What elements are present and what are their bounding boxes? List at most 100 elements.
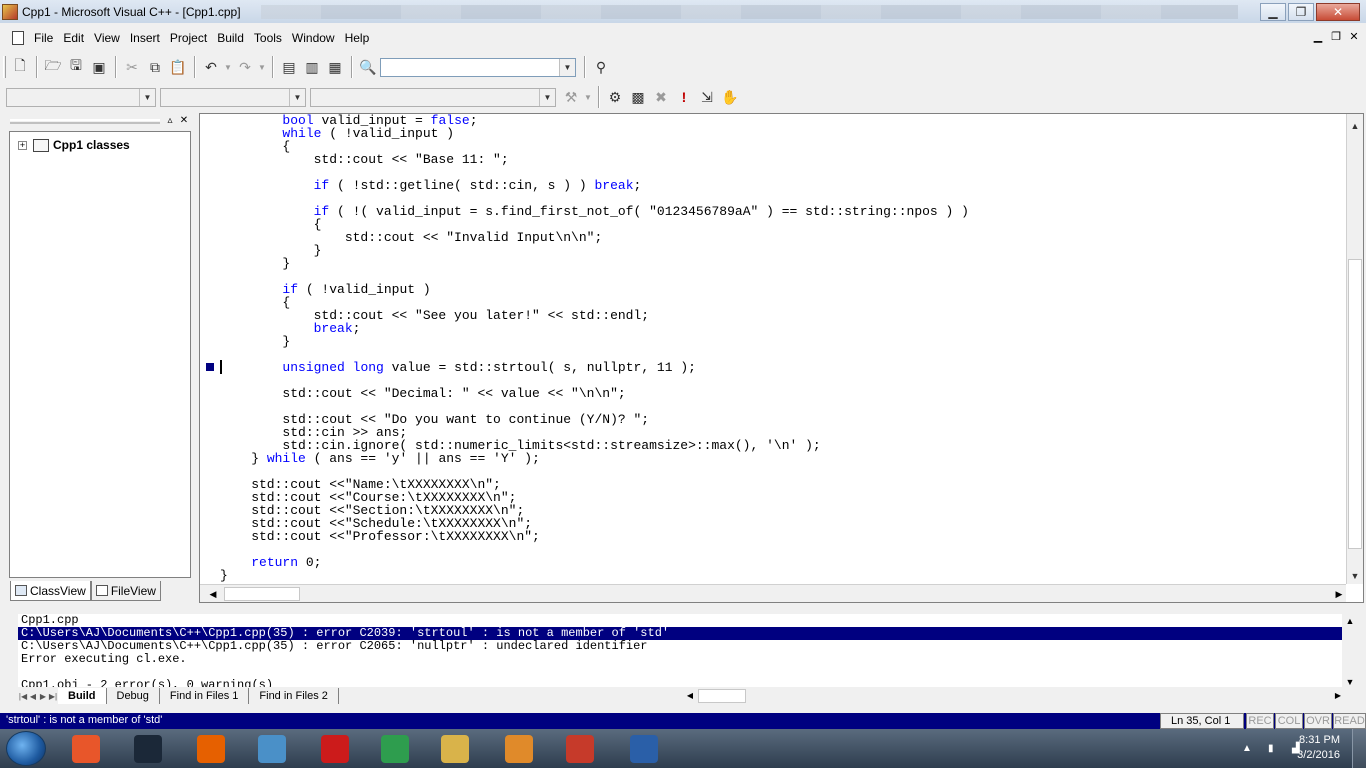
breakpoint-hand-icon[interactable]: ✋	[719, 86, 741, 108]
code-line[interactable]: if ( !std::getline( std::cin, s ) ) brea…	[220, 179, 1340, 192]
menu-tools[interactable]: Tools	[250, 31, 288, 45]
redo-icon[interactable]: ↷	[234, 56, 256, 78]
binoculars-icon[interactable]: ⚲	[590, 56, 612, 78]
clock[interactable]: 8:31 PM 3/2/2016	[1297, 733, 1340, 763]
taskbar-app-apps-grid[interactable]	[64, 732, 108, 765]
code-line[interactable]: std::cout << "Invalid Input\n\n";	[220, 231, 1340, 244]
mdi-restore-button[interactable]: ❐	[1328, 30, 1344, 44]
taskbar-app-visual-cpp[interactable]	[558, 732, 602, 765]
find-in-files-icon[interactable]: 🔍	[357, 56, 379, 78]
taskbar-app-firefox[interactable]	[189, 732, 233, 765]
menu-help[interactable]: Help	[341, 31, 376, 45]
execute-icon[interactable]: !	[673, 86, 695, 108]
new-text-file-icon[interactable]: 🗋	[9, 56, 31, 78]
menu-insert[interactable]: Insert	[126, 31, 166, 45]
code-line[interactable]: }	[220, 257, 1340, 270]
menu-build[interactable]: Build	[213, 31, 250, 45]
menu-window[interactable]: Window	[288, 31, 341, 45]
taskbar-app-opera[interactable]	[313, 732, 357, 765]
close-button[interactable]: ✕	[1316, 2, 1360, 21]
chevron-down-icon[interactable]: ▼	[559, 58, 575, 76]
cut-icon[interactable]: ✂	[121, 56, 143, 78]
code-line[interactable]: while ( !valid_input )	[220, 127, 1340, 140]
undo-icon[interactable]: ↶	[200, 56, 222, 78]
scroll-thumb[interactable]	[698, 689, 746, 703]
taskbar-app-media-player[interactable]	[497, 732, 541, 765]
go-icon[interactable]: ⇲	[696, 86, 718, 108]
taskbar-app-steam[interactable]	[126, 732, 170, 765]
find-combo[interactable]: ▼	[380, 57, 576, 77]
output-horizontal-scrollbar[interactable]: ◀ ▶	[684, 689, 1344, 703]
expand-icon[interactable]: +	[18, 140, 27, 150]
output-vertical-scrollbar[interactable]: ▲ ▼	[1342, 614, 1358, 687]
scroll-thumb[interactable]	[1348, 259, 1362, 549]
taskbar-app-chromium[interactable]	[250, 732, 294, 765]
chevron-down-icon[interactable]: ▼	[289, 88, 305, 106]
tab-build[interactable]: Build	[58, 688, 107, 704]
scroll-thumb[interactable]	[224, 587, 300, 601]
window-list-icon[interactable]: ▦	[324, 56, 346, 78]
code-line[interactable]: std::cout << "Base 11: ";	[220, 153, 1340, 166]
restore-button[interactable]: ❐	[1288, 2, 1314, 21]
save-all-icon[interactable]: ▣	[88, 56, 110, 78]
paste-icon[interactable]: 📋	[167, 56, 189, 78]
filter-combo[interactable]: ▼	[160, 87, 306, 107]
workspace-grip[interactable]	[10, 119, 160, 124]
tab-prev-icon[interactable]: ◀	[28, 692, 38, 701]
save-icon[interactable]: 🖫	[65, 56, 87, 78]
menu-edit[interactable]: Edit	[59, 31, 90, 45]
scroll-down-icon[interactable]: ▼	[1347, 568, 1363, 584]
show-desktop-button[interactable]	[1352, 729, 1366, 768]
code-line[interactable]: std::cout <<"Professor:\tXXXXXXXX\n";	[220, 530, 1340, 543]
output-text[interactable]: Cpp1.cpp C:\Users\AJ\Documents\C++\Cpp1.c…	[18, 614, 1344, 687]
compile-icon[interactable]: ⚙	[604, 86, 626, 108]
code-line[interactable]: }	[220, 335, 1340, 348]
workspace-close-icon[interactable]: ✕	[178, 115, 190, 127]
code-line[interactable]: return 0;	[220, 556, 1340, 569]
document-icon[interactable]	[12, 31, 24, 45]
tab-next-icon[interactable]: ▶	[38, 692, 48, 701]
tab-debug[interactable]: Debug	[107, 688, 160, 704]
code-line[interactable]: if ( !valid_input )	[220, 283, 1340, 296]
menu-file[interactable]: File	[30, 31, 59, 45]
workspace-toggle-icon[interactable]: ▤	[278, 56, 300, 78]
editor-horizontal-scrollbar[interactable]: ◀ ▶	[200, 584, 1346, 602]
output-line[interactable]: C:\Users\AJ\Documents\C++\Cpp1.cpp(35) :…	[18, 640, 1344, 653]
code-line[interactable]: if ( !( valid_input = s.find_first_not_o…	[220, 205, 1340, 218]
output-line[interactable]: Cpp1.obj - 2 error(s), 0 warning(s)	[18, 679, 1344, 688]
code-line[interactable]: unsigned long value = std::strtoul( s, n…	[220, 361, 1340, 374]
members-combo[interactable]: ▼	[310, 87, 556, 107]
code-editor[interactable]: bool valid_input = false; while ( !valid…	[199, 113, 1364, 603]
copy-icon[interactable]: ⧉	[144, 56, 166, 78]
scroll-right-icon[interactable]: ▶	[1332, 689, 1344, 703]
taskbar-app-file-explorer[interactable]	[433, 732, 477, 765]
tab-classview[interactable]: ClassView	[10, 581, 91, 601]
tab-first-icon[interactable]: |◀	[18, 692, 28, 701]
output-line[interactable]: Error executing cl.exe.	[18, 653, 1344, 666]
toolbar-grip[interactable]	[3, 56, 6, 78]
scroll-up-icon[interactable]: ▲	[1347, 118, 1363, 134]
tab-last-icon[interactable]: ▶|	[48, 692, 58, 701]
menu-view[interactable]: View	[90, 31, 126, 45]
chevron-down-icon[interactable]: ▼	[539, 88, 555, 106]
workspace-maximize-icon[interactable]: ▵	[164, 115, 176, 127]
code-text[interactable]: bool valid_input = false; while ( !valid…	[220, 114, 1340, 584]
minimize-button[interactable]: ▁	[1260, 2, 1286, 21]
start-button[interactable]	[6, 731, 46, 766]
scroll-left-icon[interactable]: ◀	[684, 689, 696, 703]
build-icon[interactable]: ▩	[627, 86, 649, 108]
mdi-minimize-button[interactable]: ▁	[1310, 30, 1326, 44]
tab-find-in-files-1[interactable]: Find in Files 1	[160, 688, 250, 704]
open-folder-icon[interactable]: 🗁	[42, 56, 64, 78]
tree-item-cpp1-classes[interactable]: + Cpp1 classes	[18, 138, 130, 152]
stop-build-icon[interactable]: ✖	[650, 86, 672, 108]
tab-fileview[interactable]: FileView	[90, 581, 161, 601]
mdi-close-button[interactable]: ✕	[1346, 30, 1362, 44]
code-line[interactable]: }	[220, 569, 1340, 582]
code-line[interactable]: std::cout << "See you later!" << std::en…	[220, 309, 1340, 322]
chevron-down-icon[interactable]: ▼	[139, 88, 155, 106]
class-combo[interactable]: ▼	[6, 87, 156, 107]
undo-dropdown-icon[interactable]: ▼	[223, 56, 233, 78]
code-line[interactable]: break;	[220, 322, 1340, 335]
output-toggle-icon[interactable]: ▥	[301, 56, 323, 78]
